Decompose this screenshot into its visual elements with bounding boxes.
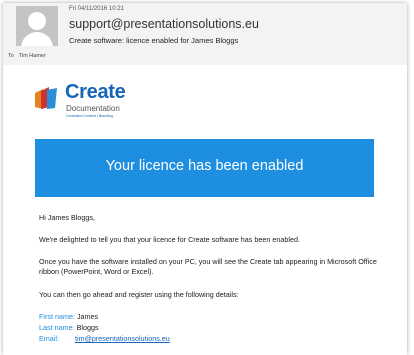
- sender-avatar-icon: [16, 6, 58, 46]
- paragraph-install-info: Once you have the software installed on …: [39, 257, 377, 276]
- sender-address[interactable]: support@presentationsolutions.eu: [69, 17, 259, 31]
- last-name-value: Bloggs: [76, 323, 99, 332]
- last-name-label: Last name:: [39, 323, 75, 332]
- banner-text: Your licence has been enabled: [105, 158, 304, 174]
- first-name-label: First name:: [39, 312, 75, 321]
- logo-subtitle: Documentation: [66, 104, 120, 113]
- paragraph-register: You can then go ahead and register using…: [39, 290, 239, 299]
- registration-details: First name: James Last name: Bloggs Emai…: [39, 311, 170, 344]
- email-label: Email:: [39, 334, 59, 343]
- last-name-row: Last name: Bloggs: [39, 322, 170, 333]
- recipient-name[interactable]: Tim Hamer: [19, 53, 46, 59]
- greeting: Hi James Bloggs,: [39, 213, 95, 222]
- logo-wordmark: Create: [65, 81, 126, 103]
- email-row: Email: tim@presentationsolutions.eu: [39, 333, 170, 344]
- licence-banner: Your licence has been enabled: [35, 139, 374, 197]
- email-window: Fri 04/11/2016 10:21 support@presentatio…: [3, 3, 407, 355]
- email-date: Fri 04/11/2016 10:21: [69, 6, 124, 12]
- recipient-line: To Tim Hamer: [8, 53, 51, 59]
- logo-tagline: Consistent Content • Branding: [66, 114, 113, 118]
- first-name-value: James: [76, 312, 99, 321]
- email-header: Fri 04/11/2016 10:21 support@presentatio…: [3, 3, 407, 65]
- first-name-row: First name: James: [39, 311, 170, 322]
- to-label: To: [8, 53, 14, 59]
- email-link[interactable]: tim@presentationsolutions.eu: [75, 334, 170, 343]
- paragraph-licence-enabled: We're delighted to tell you that your li…: [39, 235, 300, 244]
- create-logo: Create Documentation Consistent Content …: [33, 81, 163, 131]
- email-subject: Create software: licence enabled for Jam…: [69, 36, 239, 45]
- logo-mark-icon: [35, 87, 57, 109]
